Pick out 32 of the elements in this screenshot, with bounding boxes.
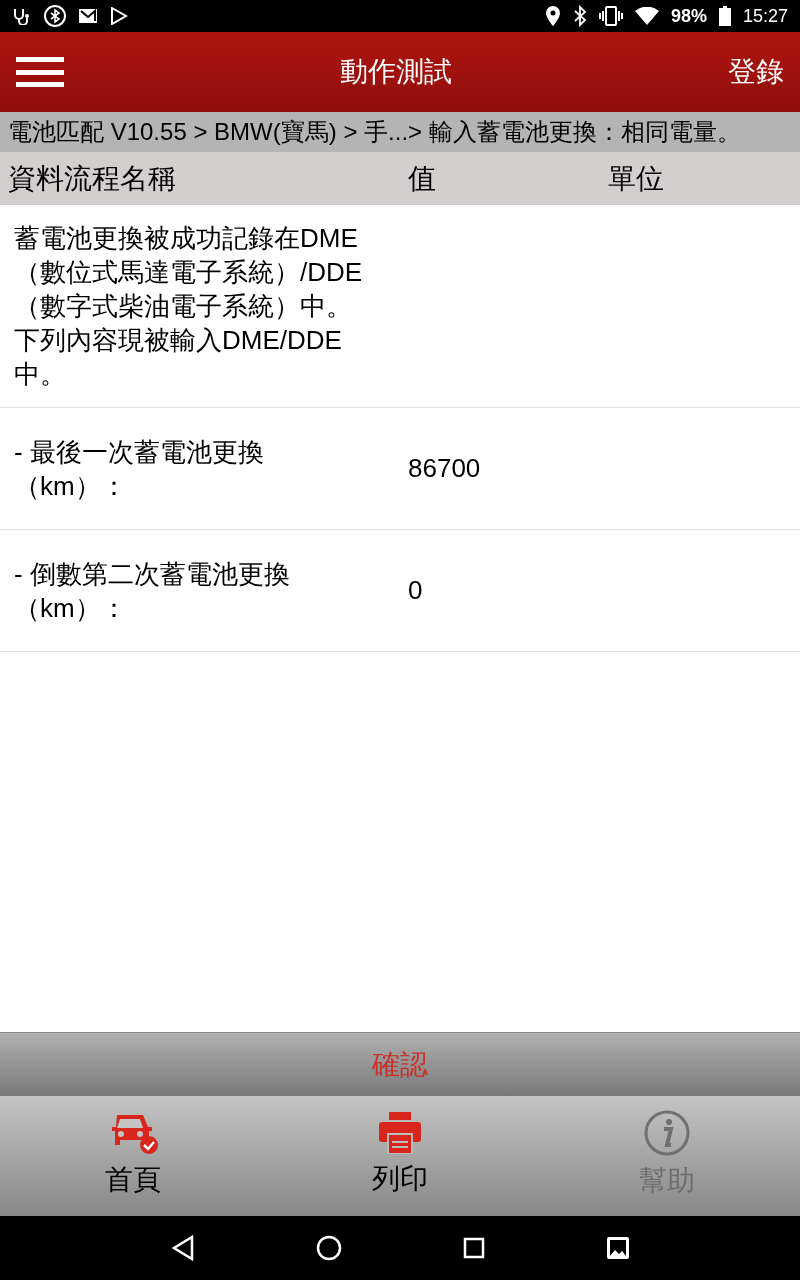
menu-icon[interactable] bbox=[16, 55, 64, 89]
login-button[interactable]: 登錄 bbox=[728, 51, 784, 93]
column-header: 資料流程名稱 bbox=[7, 161, 177, 196]
info-icon bbox=[643, 1110, 690, 1156]
table-cell: 86700 bbox=[408, 453, 481, 483]
tab-button[interactable]: 首頁 bbox=[0, 1096, 267, 1216]
bluetooth-icon bbox=[572, 5, 587, 27]
column-header: 單位 bbox=[607, 161, 665, 196]
table-cell-text: 蓄電池更換被成功記錄在DME（數位式馬達電子系統）/DDE（數字式柴油電子系統）中。 bbox=[14, 222, 364, 323]
tab-button[interactable]: 列印 bbox=[266, 1096, 534, 1216]
table-cell: 0 bbox=[408, 575, 423, 605]
table-cell-text: 下列內容現被輸入DME/DDE中。 bbox=[14, 324, 343, 391]
header-title: 動作測試 bbox=[340, 55, 452, 89]
home-icon[interactable] bbox=[315, 1235, 342, 1261]
battery-percent: 98% bbox=[670, 4, 707, 28]
back-icon[interactable] bbox=[170, 1235, 195, 1261]
stethoscope-icon bbox=[12, 7, 32, 25]
mail-icon bbox=[78, 8, 98, 24]
table-cell-text: - 倒數第二次蓄電池更換（km）： bbox=[14, 557, 291, 625]
location-icon bbox=[544, 6, 561, 26]
printer-icon bbox=[379, 1112, 421, 1154]
breadcrumb: 電池匹配 V10.55 > BMW(寶馬) > 手...> 輸入蓄電池更換：相同電量。 bbox=[8, 117, 741, 147]
column-header: 值 bbox=[407, 161, 437, 196]
battery-icon bbox=[718, 6, 731, 26]
bluetooth-icon bbox=[44, 5, 66, 27]
gallery-icon[interactable] bbox=[605, 1236, 630, 1260]
vibrate-icon bbox=[598, 6, 623, 26]
wifi-icon bbox=[634, 7, 659, 25]
play-store-icon bbox=[110, 7, 128, 25]
recents-icon[interactable] bbox=[462, 1237, 485, 1259]
clock: 15:27 bbox=[742, 4, 788, 28]
table-cell-text: - 最後一次蓄電池更換（km）： bbox=[14, 435, 265, 503]
